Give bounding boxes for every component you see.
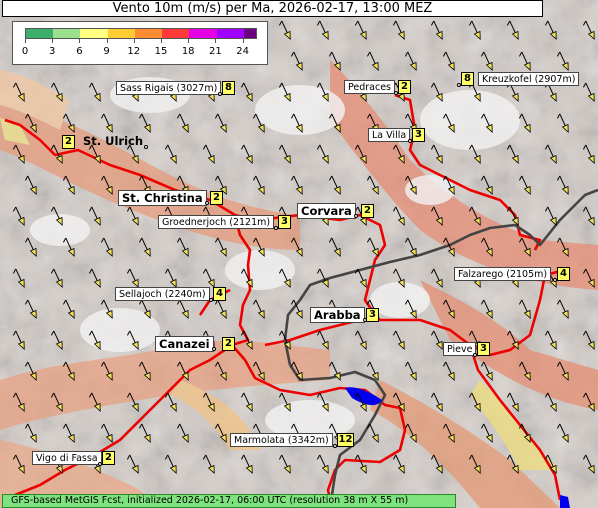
wind-speed-badge: 2 <box>398 80 411 94</box>
place-marker <box>333 444 337 448</box>
wind-speed-badge: 2 <box>361 204 374 218</box>
wind-speed-badge: 4 <box>557 267 570 281</box>
place-label: Vigo di Fassa <box>32 451 102 465</box>
wind-speed-badge: 3 <box>278 215 291 229</box>
footer-note: GFS-based MetGIS Fcst, initialized 2026-… <box>2 494 456 508</box>
legend-tick-mark <box>52 39 54 43</box>
legend-tick-label: 0 <box>21 46 29 57</box>
legend-tick-label: 18 <box>181 46 195 57</box>
legend-tick-label: 9 <box>103 46 110 57</box>
place-marker <box>457 83 461 87</box>
place-marker <box>98 462 102 466</box>
legend-tick-label: 24 <box>236 46 249 57</box>
place-label: Arabba <box>310 307 365 323</box>
wind-speed-badge: 12 <box>337 433 354 447</box>
place-marker <box>473 353 477 357</box>
place-marker <box>408 139 412 143</box>
place-label: Groednerjoch (2121m) <box>158 215 275 229</box>
wind-speed-badge: 2 <box>102 451 115 465</box>
legend-tick-mark <box>106 39 108 43</box>
wind-speed-badge: 2 <box>210 191 223 205</box>
place-label: Pieve <box>443 342 477 356</box>
place-label: St. Christina <box>118 190 207 206</box>
legend-tick-label: 21 <box>209 46 222 57</box>
wind-speed-badge: 2 <box>62 135 75 149</box>
legend-swatch <box>107 29 135 38</box>
place-label: Marmolata (3342m) <box>230 433 333 447</box>
legend-swatch <box>162 29 190 38</box>
legend-swatch <box>80 29 108 38</box>
place-marker <box>218 92 222 96</box>
place-marker <box>144 145 148 149</box>
wind-speed-badge: 8 <box>222 81 235 95</box>
place-marker <box>274 226 278 230</box>
place-label: Canazei <box>155 336 214 352</box>
legend-tick-mark <box>215 39 217 43</box>
legend-swatch <box>189 29 217 38</box>
legend-tick-mark <box>161 39 162 43</box>
legend-tick-mark <box>133 39 135 43</box>
wind-speed-badge: 4 <box>213 287 226 301</box>
place-marker <box>354 214 358 218</box>
place-label: Sass Rigais (3027m) <box>116 81 222 95</box>
place-label: Sellajoch (2240m) <box>115 287 210 301</box>
legend-color-bar <box>25 28 257 39</box>
place-label: Corvara <box>297 203 356 219</box>
place-marker <box>394 91 398 95</box>
wind-speed-badge: 2 <box>222 337 235 351</box>
wind-speed-badge: 3 <box>477 342 490 356</box>
place-marker <box>553 278 557 282</box>
legend-tick-label: 3 <box>49 46 56 57</box>
place-label: Kreuzkofel (2907m) <box>478 72 580 86</box>
place-marker <box>212 347 216 351</box>
legend-tick-label: 6 <box>76 46 83 57</box>
legend-swatch <box>216 29 244 38</box>
wind-speed-badge: 3 <box>366 308 379 322</box>
legend-tick-label: 15 <box>154 46 168 57</box>
legend-tick-mark <box>188 39 190 43</box>
wind-speed-badge: 8 <box>461 72 474 86</box>
legend-swatch <box>134 29 163 38</box>
place-marker <box>363 318 367 322</box>
legend-tick-mark <box>25 39 26 43</box>
place-label: Falzarego (2105m) <box>454 267 552 281</box>
place-marker <box>205 201 209 205</box>
legend-swatch <box>243 29 256 38</box>
legend-tick-label: 12 <box>127 46 141 57</box>
color-legend: 0 3 6 9 12 15 18 21 24 <box>12 21 268 65</box>
legend-swatch <box>53 29 81 38</box>
map-title: Vento 10m (m/s) per Ma, 2026-02-17, 13:0… <box>2 0 543 17</box>
place-label: St. Ulrich <box>83 134 144 148</box>
legend-tick-mark <box>242 39 244 43</box>
place-label: La Villa <box>368 128 411 142</box>
wind-speed-badge: 3 <box>412 128 425 142</box>
place-label: Pedraces <box>344 80 396 94</box>
legend-swatch <box>26 29 54 38</box>
place-marker <box>209 298 213 302</box>
legend-tick-mark <box>79 39 81 43</box>
